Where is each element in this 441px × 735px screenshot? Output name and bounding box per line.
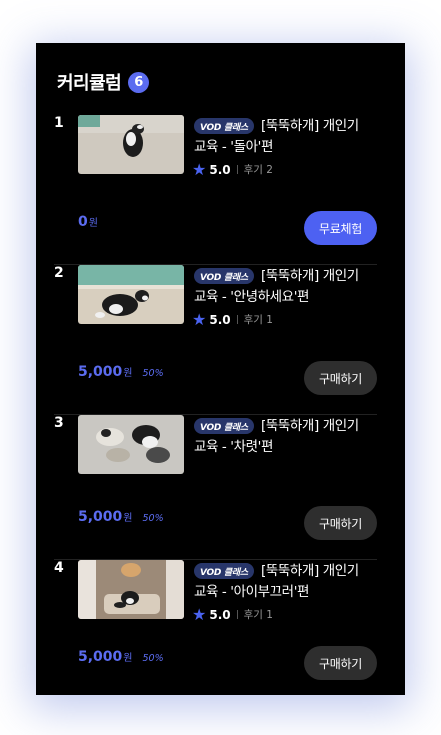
price-amount: 5,000 [78,649,123,665]
buy-button[interactable]: 구매하기 [304,361,377,395]
star-icon: ★ [192,604,207,624]
price: 5,000 원 50% [78,509,164,525]
price-unit: 원 [123,653,133,664]
rating-score: 5.0 [209,162,231,177]
price-unit: 원 [88,218,98,229]
list-item[interactable]: 3 VOD 클래스 [뚝뚝하개] 개인기 교육 - '차렷'편 5,000 원 … [36,415,405,560]
review-count: 후기 1 [243,314,273,326]
price-unit: 원 [123,368,133,379]
item-number: 4 [54,560,64,576]
section-title: 커리큘럼 [57,73,122,94]
rating: ★ 5.0 후기 2 [192,159,273,179]
price-amount: 0 [78,214,88,230]
item-number: 1 [54,115,64,131]
divider [236,165,238,174]
buy-button[interactable]: 구매하기 [304,506,377,540]
divider [236,315,238,324]
dog-lying-thumbnail[interactable] [78,415,184,474]
buy-button[interactable]: 구매하기 [304,646,377,680]
product-title[interactable]: [뚝뚝하개] 개인기 교육 - '안녕하세요'편 [194,266,374,308]
price-amount: 5,000 [78,509,123,525]
free-trial-button[interactable]: 무료체험 [304,211,377,245]
list-item[interactable]: 1 VOD 클래스 [뚝뚝하개] 개인기 교육 - '돌아'편 ★ 5.0 후기… [36,115,405,265]
product-title[interactable]: [뚝뚝하개] 개인기 교육 - '돌아'편 [194,116,374,158]
product-title[interactable]: [뚝뚝하개] 개인기 교육 - '아이부끄러'편 [194,561,374,603]
rating-score: 5.0 [209,607,231,622]
curriculum-panel: 커리큘럼 6 1 VOD 클래스 [뚝뚝하개] 개인기 교육 - '돌아'편 ★… [36,43,405,695]
star-icon: ★ [192,309,207,329]
count-badge: 6 [128,71,150,93]
review-count: 후기 2 [243,164,273,176]
price: 5,000 원 50% [78,364,164,380]
dog-spinning-thumbnail[interactable] [78,115,184,174]
item-number: 2 [54,265,64,281]
product-title[interactable]: [뚝뚝하개] 개인기 교육 - '차렷'편 [194,416,374,458]
item-number: 3 [54,415,64,431]
price-unit: 원 [123,513,133,524]
curriculum-header: 커리큘럼 6 [57,69,150,95]
discount-rate: 50% [142,368,164,379]
rating-score: 5.0 [209,312,231,327]
rating: ★ 5.0 후기 1 [192,604,273,624]
discount-rate: 50% [142,513,164,524]
price: 5,000 원 50% [78,649,164,665]
price: 0 원 [78,214,98,230]
rating: ★ 5.0 후기 1 [192,309,273,329]
review-count: 후기 1 [243,609,273,621]
dog-sitting-thumbnail[interactable] [78,265,184,324]
divider [236,610,238,619]
dog-sofa-thumbnail[interactable] [78,560,184,619]
price-amount: 5,000 [78,364,123,380]
list-item[interactable]: 4 VOD 클래스 [뚝뚝하개] 개인기 교육 - '아이부끄러'편 ★ 5.0… [36,560,405,695]
discount-rate: 50% [142,653,164,664]
list-item[interactable]: 2 VOD 클래스 [뚝뚝하개] 개인기 교육 - '안녕하세요'편 ★ 5.0… [36,265,405,415]
star-icon: ★ [192,159,207,179]
